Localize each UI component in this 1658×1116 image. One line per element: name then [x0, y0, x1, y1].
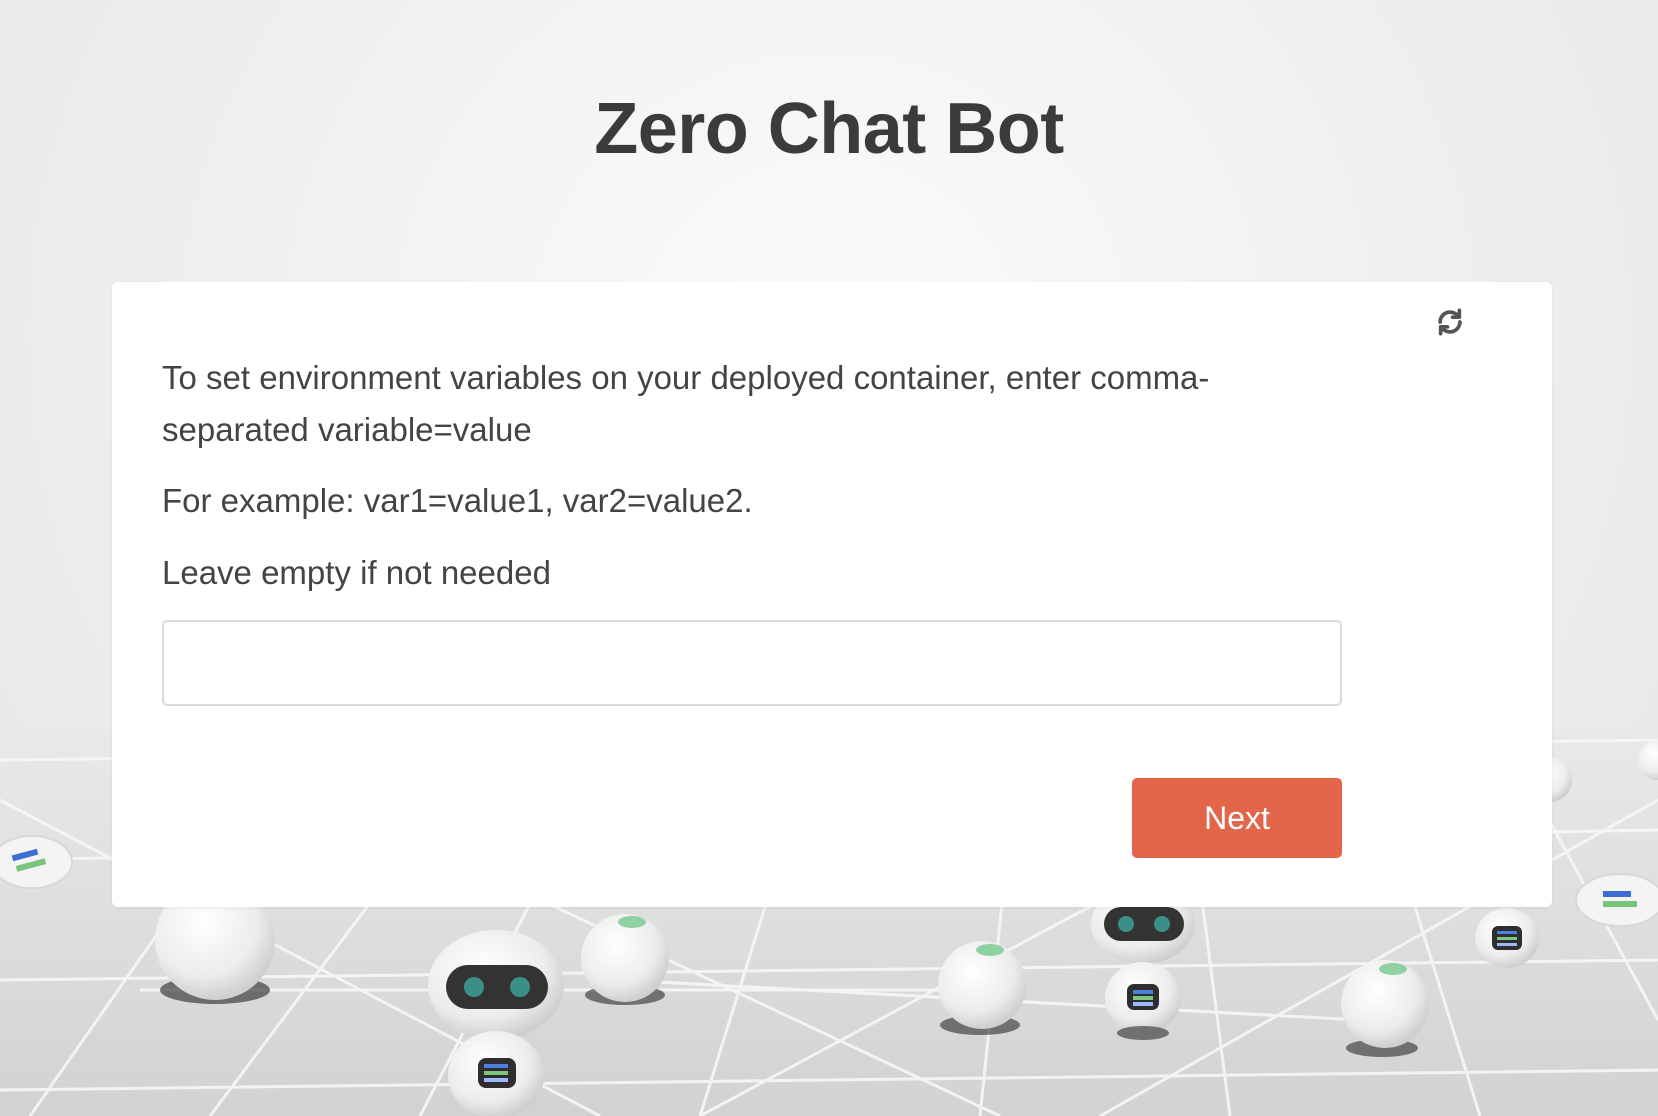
- env-variables-input[interactable]: [162, 620, 1342, 706]
- next-button[interactable]: Next: [1132, 778, 1342, 858]
- page-title: Zero Chat Bot: [594, 89, 1064, 169]
- refresh-button[interactable]: [1430, 302, 1470, 342]
- refresh-icon: [1438, 308, 1462, 336]
- hint-text: Leave empty if not needed: [162, 554, 551, 591]
- instructions-text: To set environment variables on your dep…: [162, 359, 1210, 448]
- env-variables-card: To set environment variables on your dep…: [112, 282, 1552, 907]
- example-text: For example: var1=value1, var2=value2.: [162, 482, 753, 519]
